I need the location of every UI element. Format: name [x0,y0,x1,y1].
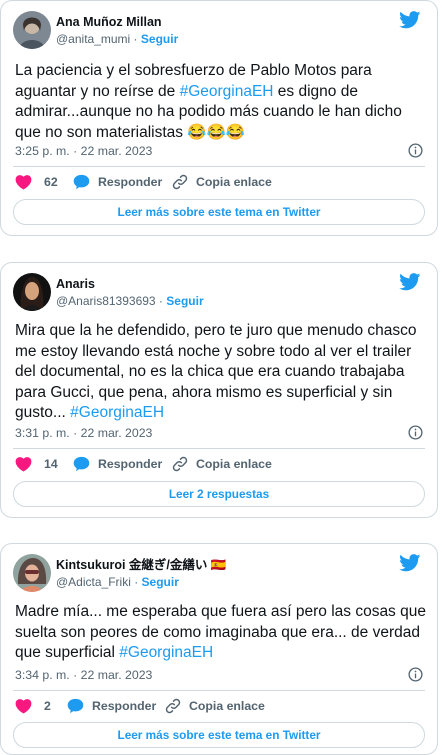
tweet-text: Madre mía... me esperaba que fuera así p… [15,603,426,661]
separator: · [130,32,141,46]
laughing-emoji: 😂😂😂 [187,123,246,141]
copy-link-button[interactable]: Copia enlace [165,698,265,714]
info-icon[interactable] [408,667,423,682]
read-replies-button[interactable]: Leer 2 respuestas [13,481,425,507]
tweet-card: Kintsukuroi 金継ぎ/金繕い 🇪🇸 @Adicta_Friki · S… [0,543,438,755]
read-more-button[interactable]: Leer más sobre este tema en Twitter [13,199,425,225]
tweet-card: Ana Muñoz Millan @anita_mumi · Seguir La… [0,0,438,236]
reply-button[interactable]: Responder [73,456,162,472]
copy-link-button[interactable]: Copia enlace [172,174,272,190]
like-button[interactable]: 62 [15,174,58,190]
twitter-bird-icon[interactable] [399,273,421,291]
link-icon [172,174,188,190]
reply-bubble-icon [67,698,84,714]
like-count: 62 [44,175,58,189]
link-icon [165,698,181,714]
tweet-actions: 2 Responder Copia enlace [15,698,425,718]
hashtag-link[interactable]: #GeorginaEH [70,404,164,421]
avatar[interactable] [13,554,51,592]
tweet-timestamp[interactable]: 3:25 p. m. · 22 mar. 2023 [15,144,152,158]
reply-label: Responder [98,457,163,471]
tweet-timestamp[interactable]: 3:34 p. m. · 22 mar. 2023 [15,668,152,682]
twitter-bird-icon[interactable] [399,11,421,29]
heart-icon [15,175,32,190]
tweet-actions: 62 Responder Copia enlace [15,174,425,194]
reply-button[interactable]: Responder [73,174,162,190]
tweet-header: Kintsukuroi 金継ぎ/金繕い 🇪🇸 @Adicta_Friki · S… [13,554,425,594]
tweet-timestamp[interactable]: 3:31 p. m. · 22 mar. 2023 [15,426,152,440]
copy-link-label: Copia enlace [189,699,265,713]
copy-link-label: Copia enlace [196,457,272,471]
spain-flag: 🇪🇸 [210,558,227,572]
tweet-text: La paciencia y el sobresfuerzo de Pablo … [15,62,402,141]
tweet-header: Ana Muñoz Millan @anita_mumi · Seguir [13,11,425,51]
like-button[interactable]: 14 [15,456,58,472]
divider [13,448,425,449]
author-handle[interactable]: @anita_mumi [56,32,130,46]
follow-button[interactable]: Seguir [141,32,178,46]
tweet-text: Mira que la he defendido, pero te juro q… [15,322,417,421]
copy-link-label: Copia enlace [196,175,272,189]
read-more-button[interactable]: Leer más sobre este tema en Twitter [13,722,425,748]
reply-button[interactable]: Responder [67,698,156,714]
avatar[interactable] [13,273,51,311]
hashtag-link[interactable]: #GeorginaEH [180,83,274,100]
tweet-actions: 14 Responder Copia enlace [15,456,425,476]
follow-button[interactable]: Seguir [166,294,203,308]
copy-link-button[interactable]: Copia enlace [172,456,272,472]
author-name[interactable]: Anaris [56,276,204,292]
link-icon [172,456,188,472]
author-handle[interactable]: @Adicta_Friki [56,575,131,589]
tweet-header: Anaris @Anaris81393693 · Seguir [13,273,425,313]
tweet-card: Anaris @Anaris81393693 · Seguir Mira que… [0,262,438,518]
hashtag-link[interactable]: #GeorginaEH [119,644,213,661]
divider [13,690,425,691]
separator: · [130,575,142,589]
reply-label: Responder [98,175,163,189]
author-handle[interactable]: @Anaris81393693 [56,294,156,308]
author-name[interactable]: Kintsukuroi 金継ぎ/金繕い 🇪🇸 [56,557,226,573]
divider [13,166,425,167]
like-count: 14 [44,457,58,471]
separator: · [155,294,167,308]
twitter-bird-icon[interactable] [399,554,421,572]
like-button[interactable]: 2 [15,698,51,714]
heart-icon [15,699,32,714]
info-icon[interactable] [408,143,423,158]
heart-icon [15,457,32,472]
reply-label: Responder [92,699,157,713]
info-icon[interactable] [408,425,423,440]
reply-bubble-icon [73,174,90,190]
author-name[interactable]: Ana Muñoz Millan [56,14,178,30]
reply-bubble-icon [73,456,90,472]
like-count: 2 [44,699,51,713]
follow-button[interactable]: Seguir [142,575,179,589]
avatar[interactable] [13,11,51,49]
